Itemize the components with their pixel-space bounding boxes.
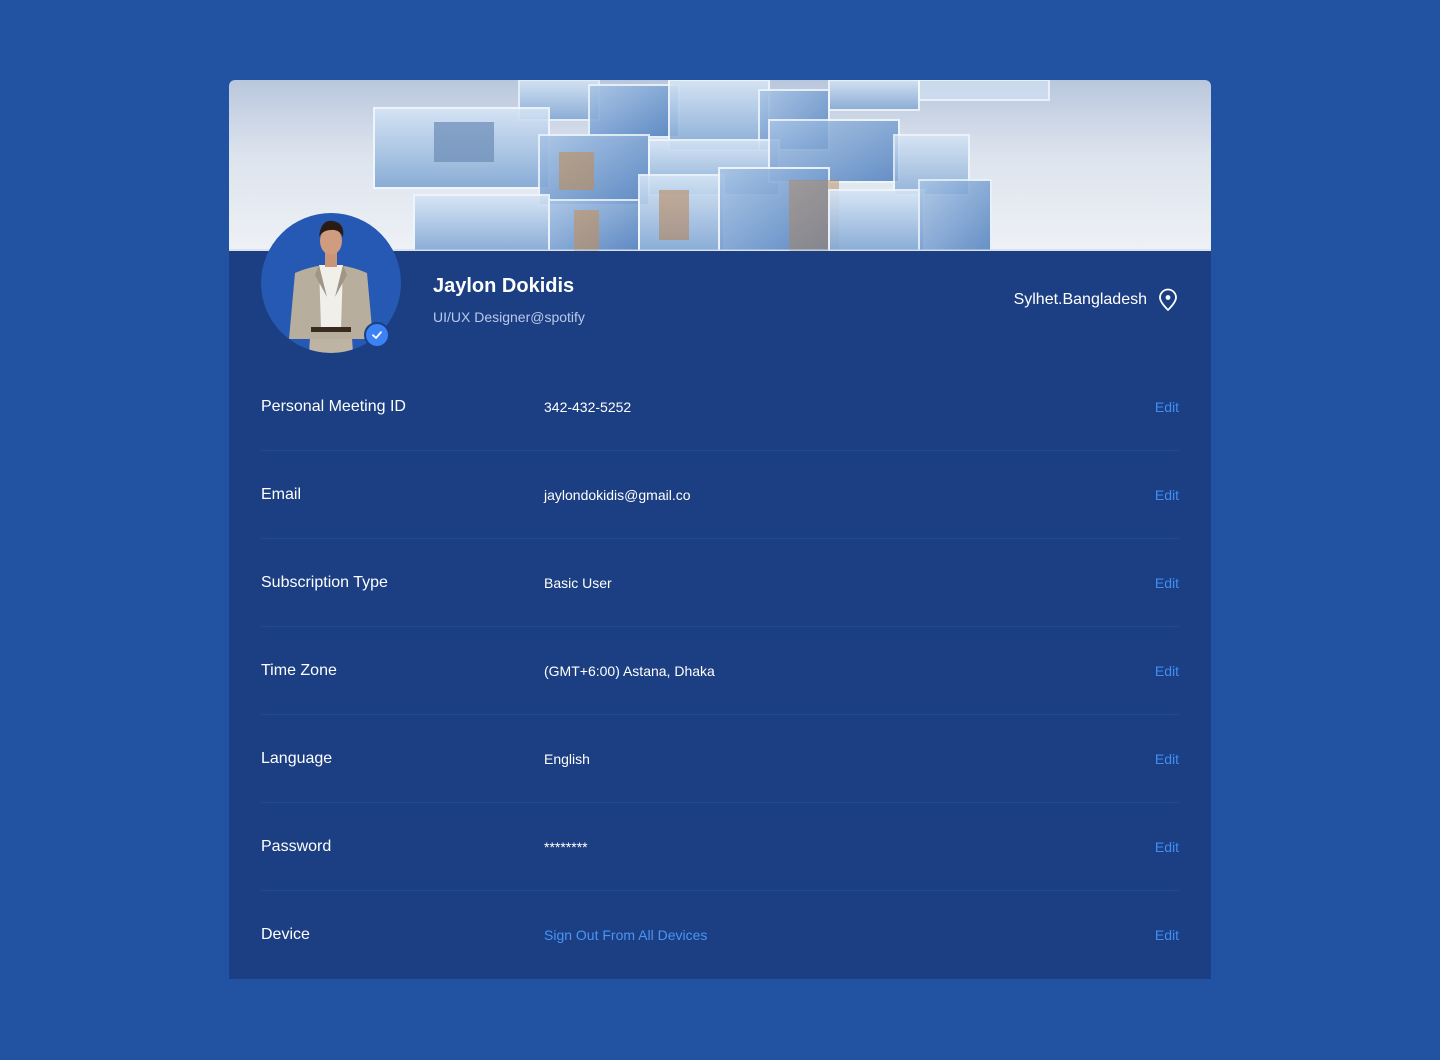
cover-image (229, 80, 1211, 251)
setting-label: Personal Meeting ID (261, 398, 406, 415)
edit-subscription-button[interactable]: Edit (1155, 575, 1179, 591)
setting-label: Language (261, 750, 333, 767)
setting-row-language: Language English Edit (261, 715, 1179, 803)
edit-device-button[interactable]: Edit (1155, 927, 1179, 943)
edit-email-button[interactable]: Edit (1155, 487, 1179, 503)
profile-role: UI/UX Designer@spotify (433, 309, 585, 325)
setting-label: Time Zone (261, 662, 337, 679)
setting-value: (GMT+6:00) Astana, Dhaka (544, 663, 715, 679)
setting-row-email: Email jaylondokidis@gmail.co Edit (261, 451, 1179, 539)
setting-value: English (544, 751, 590, 767)
setting-value: ******** (544, 839, 588, 855)
setting-value: Basic User (544, 575, 612, 591)
setting-row-meeting-id: Personal Meeting ID 342-432-5252 Edit (261, 363, 1179, 451)
verified-badge (364, 322, 390, 348)
sign-out-all-devices-link[interactable]: Sign Out From All Devices (544, 927, 707, 943)
edit-meeting-id-button[interactable]: Edit (1155, 399, 1179, 415)
setting-value: jaylondokidis@gmail.co (544, 487, 691, 503)
setting-row-time-zone: Time Zone (GMT+6:00) Astana, Dhaka Edit (261, 627, 1179, 715)
edit-time-zone-button[interactable]: Edit (1155, 663, 1179, 679)
setting-label: Email (261, 486, 302, 503)
location: Sylhet.Bangladesh (1014, 288, 1179, 312)
setting-row-password: Password ******** Edit (261, 803, 1179, 891)
check-badge-icon (372, 331, 382, 339)
setting-row-subscription: Subscription Type Basic User Edit (261, 539, 1179, 627)
location-pin-icon[interactable] (1157, 288, 1179, 312)
setting-label: Password (261, 838, 332, 855)
setting-label: Device (261, 926, 310, 943)
edit-language-button[interactable]: Edit (1155, 751, 1179, 767)
location-label: Sylhet.Bangladesh (1013, 291, 1147, 308)
profile-card: Jaylon Dokidis UI/UX Designer@spotify Sy… (229, 80, 1211, 979)
setting-row-device: Device Sign Out From All Devices Edit (261, 891, 1179, 979)
profile-name: Jaylon Dokidis (433, 275, 575, 297)
glass-blocks-illustration (229, 80, 1211, 251)
setting-label: Subscription Type (261, 574, 388, 591)
setting-value: 342-432-5252 (544, 399, 632, 415)
edit-password-button[interactable]: Edit (1155, 839, 1179, 855)
settings-list: Personal Meeting ID 342-432-5252 Edit Em… (261, 363, 1179, 979)
